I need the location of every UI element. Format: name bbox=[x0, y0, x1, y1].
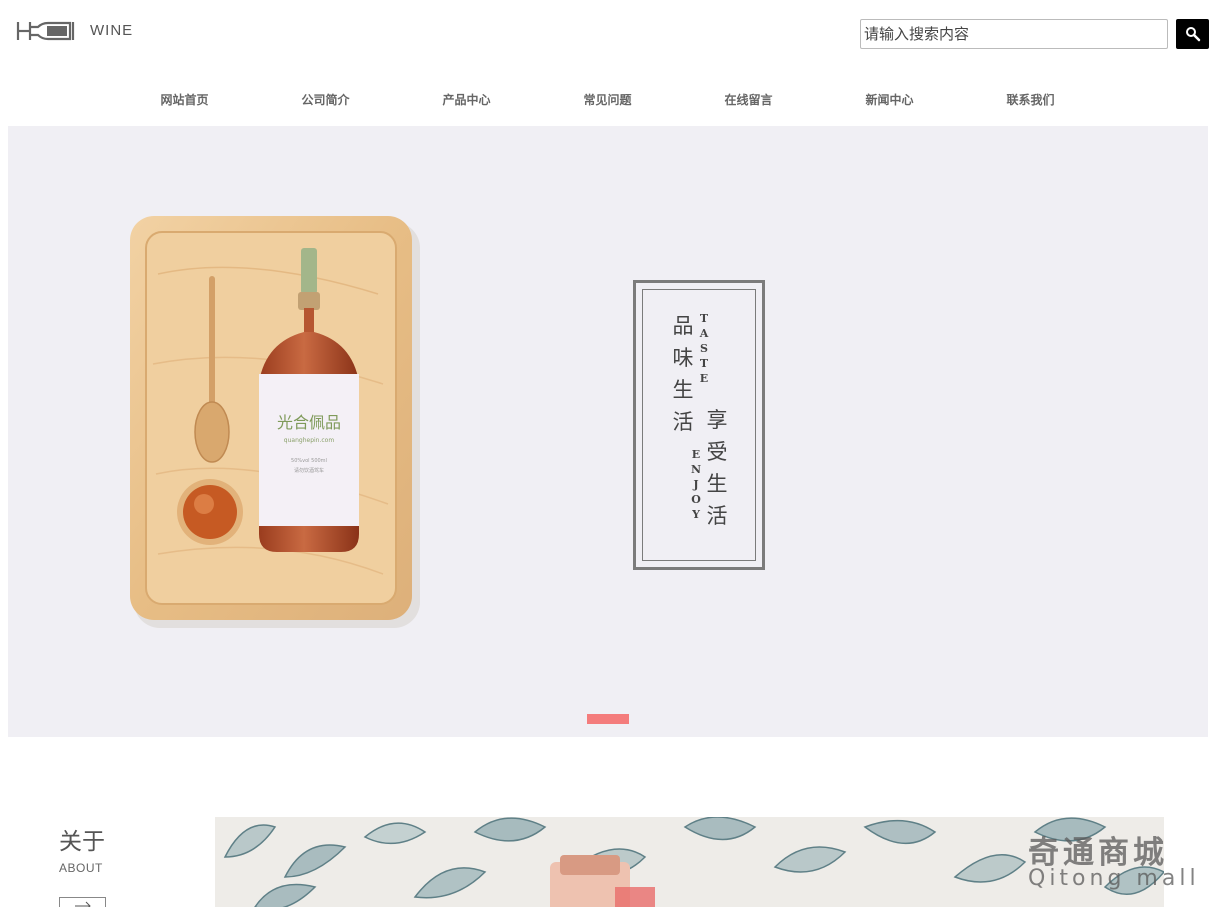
page: WINE 网站首页 公司简介 产品中心 常见问题 在线留言 新闻中心 联系我们 bbox=[0, 0, 1217, 907]
bottle-label-volume: 50%vol 500ml bbox=[291, 458, 327, 464]
slide-indicator[interactable] bbox=[587, 714, 629, 724]
nav-item-about[interactable]: 公司简介 bbox=[255, 88, 396, 112]
search-bar bbox=[860, 19, 1209, 49]
wine-bottle-logo-icon bbox=[16, 21, 75, 41]
logo-text: WINE bbox=[90, 22, 134, 39]
main-nav: 网站首页 公司简介 产品中心 常见问题 在线留言 新闻中心 联系我们 bbox=[114, 88, 1101, 112]
product-photo: 光合佩品 quanghepin.com 50%vol 500ml 请勿饮酒驾车 bbox=[130, 216, 420, 628]
bottle-label-note: 请勿饮酒驾车 bbox=[294, 467, 324, 474]
nav-item-home[interactable]: 网站首页 bbox=[114, 88, 255, 112]
hero-banner[interactable]: 光合佩品 quanghepin.com 50%vol 500ml 请勿饮酒驾车 … bbox=[8, 126, 1208, 737]
nav-item-faq[interactable]: 常见问题 bbox=[537, 88, 678, 112]
about-title: 关于 bbox=[59, 829, 105, 855]
enjoy-cn-text: 享 受 生 活 bbox=[706, 408, 728, 528]
search-input[interactable] bbox=[860, 19, 1168, 49]
enjoy-en-text: E N J O Y bbox=[690, 448, 702, 521]
search-icon bbox=[1185, 27, 1200, 42]
nav-item-products[interactable]: 产品中心 bbox=[396, 88, 537, 112]
taste-cn-text: 品 味 生 活 bbox=[672, 314, 694, 434]
watermark-en: Qitong mall bbox=[1028, 866, 1200, 891]
arrow-right-icon bbox=[74, 901, 91, 907]
logo[interactable]: WINE bbox=[16, 17, 141, 45]
about-more-button[interactable] bbox=[59, 897, 106, 907]
leaf-pattern-image bbox=[223, 817, 1164, 907]
nav-item-message[interactable]: 在线留言 bbox=[678, 88, 819, 112]
taste-en-text: T A S T E bbox=[699, 312, 709, 385]
taste-enjoy-frame: 品 味 生 活 T A S T E E N J O Y 享 受 生 活 bbox=[633, 280, 765, 570]
bottle-label-subtext: quanghepin.com bbox=[284, 437, 335, 444]
bottle-label-text: 光合佩品 bbox=[277, 413, 341, 432]
about-image bbox=[215, 817, 1164, 907]
about-subtitle: ABOUT bbox=[59, 861, 103, 875]
nav-item-contact[interactable]: 联系我们 bbox=[960, 88, 1101, 112]
search-button[interactable] bbox=[1176, 19, 1209, 49]
nav-item-news[interactable]: 新闻中心 bbox=[819, 88, 960, 112]
